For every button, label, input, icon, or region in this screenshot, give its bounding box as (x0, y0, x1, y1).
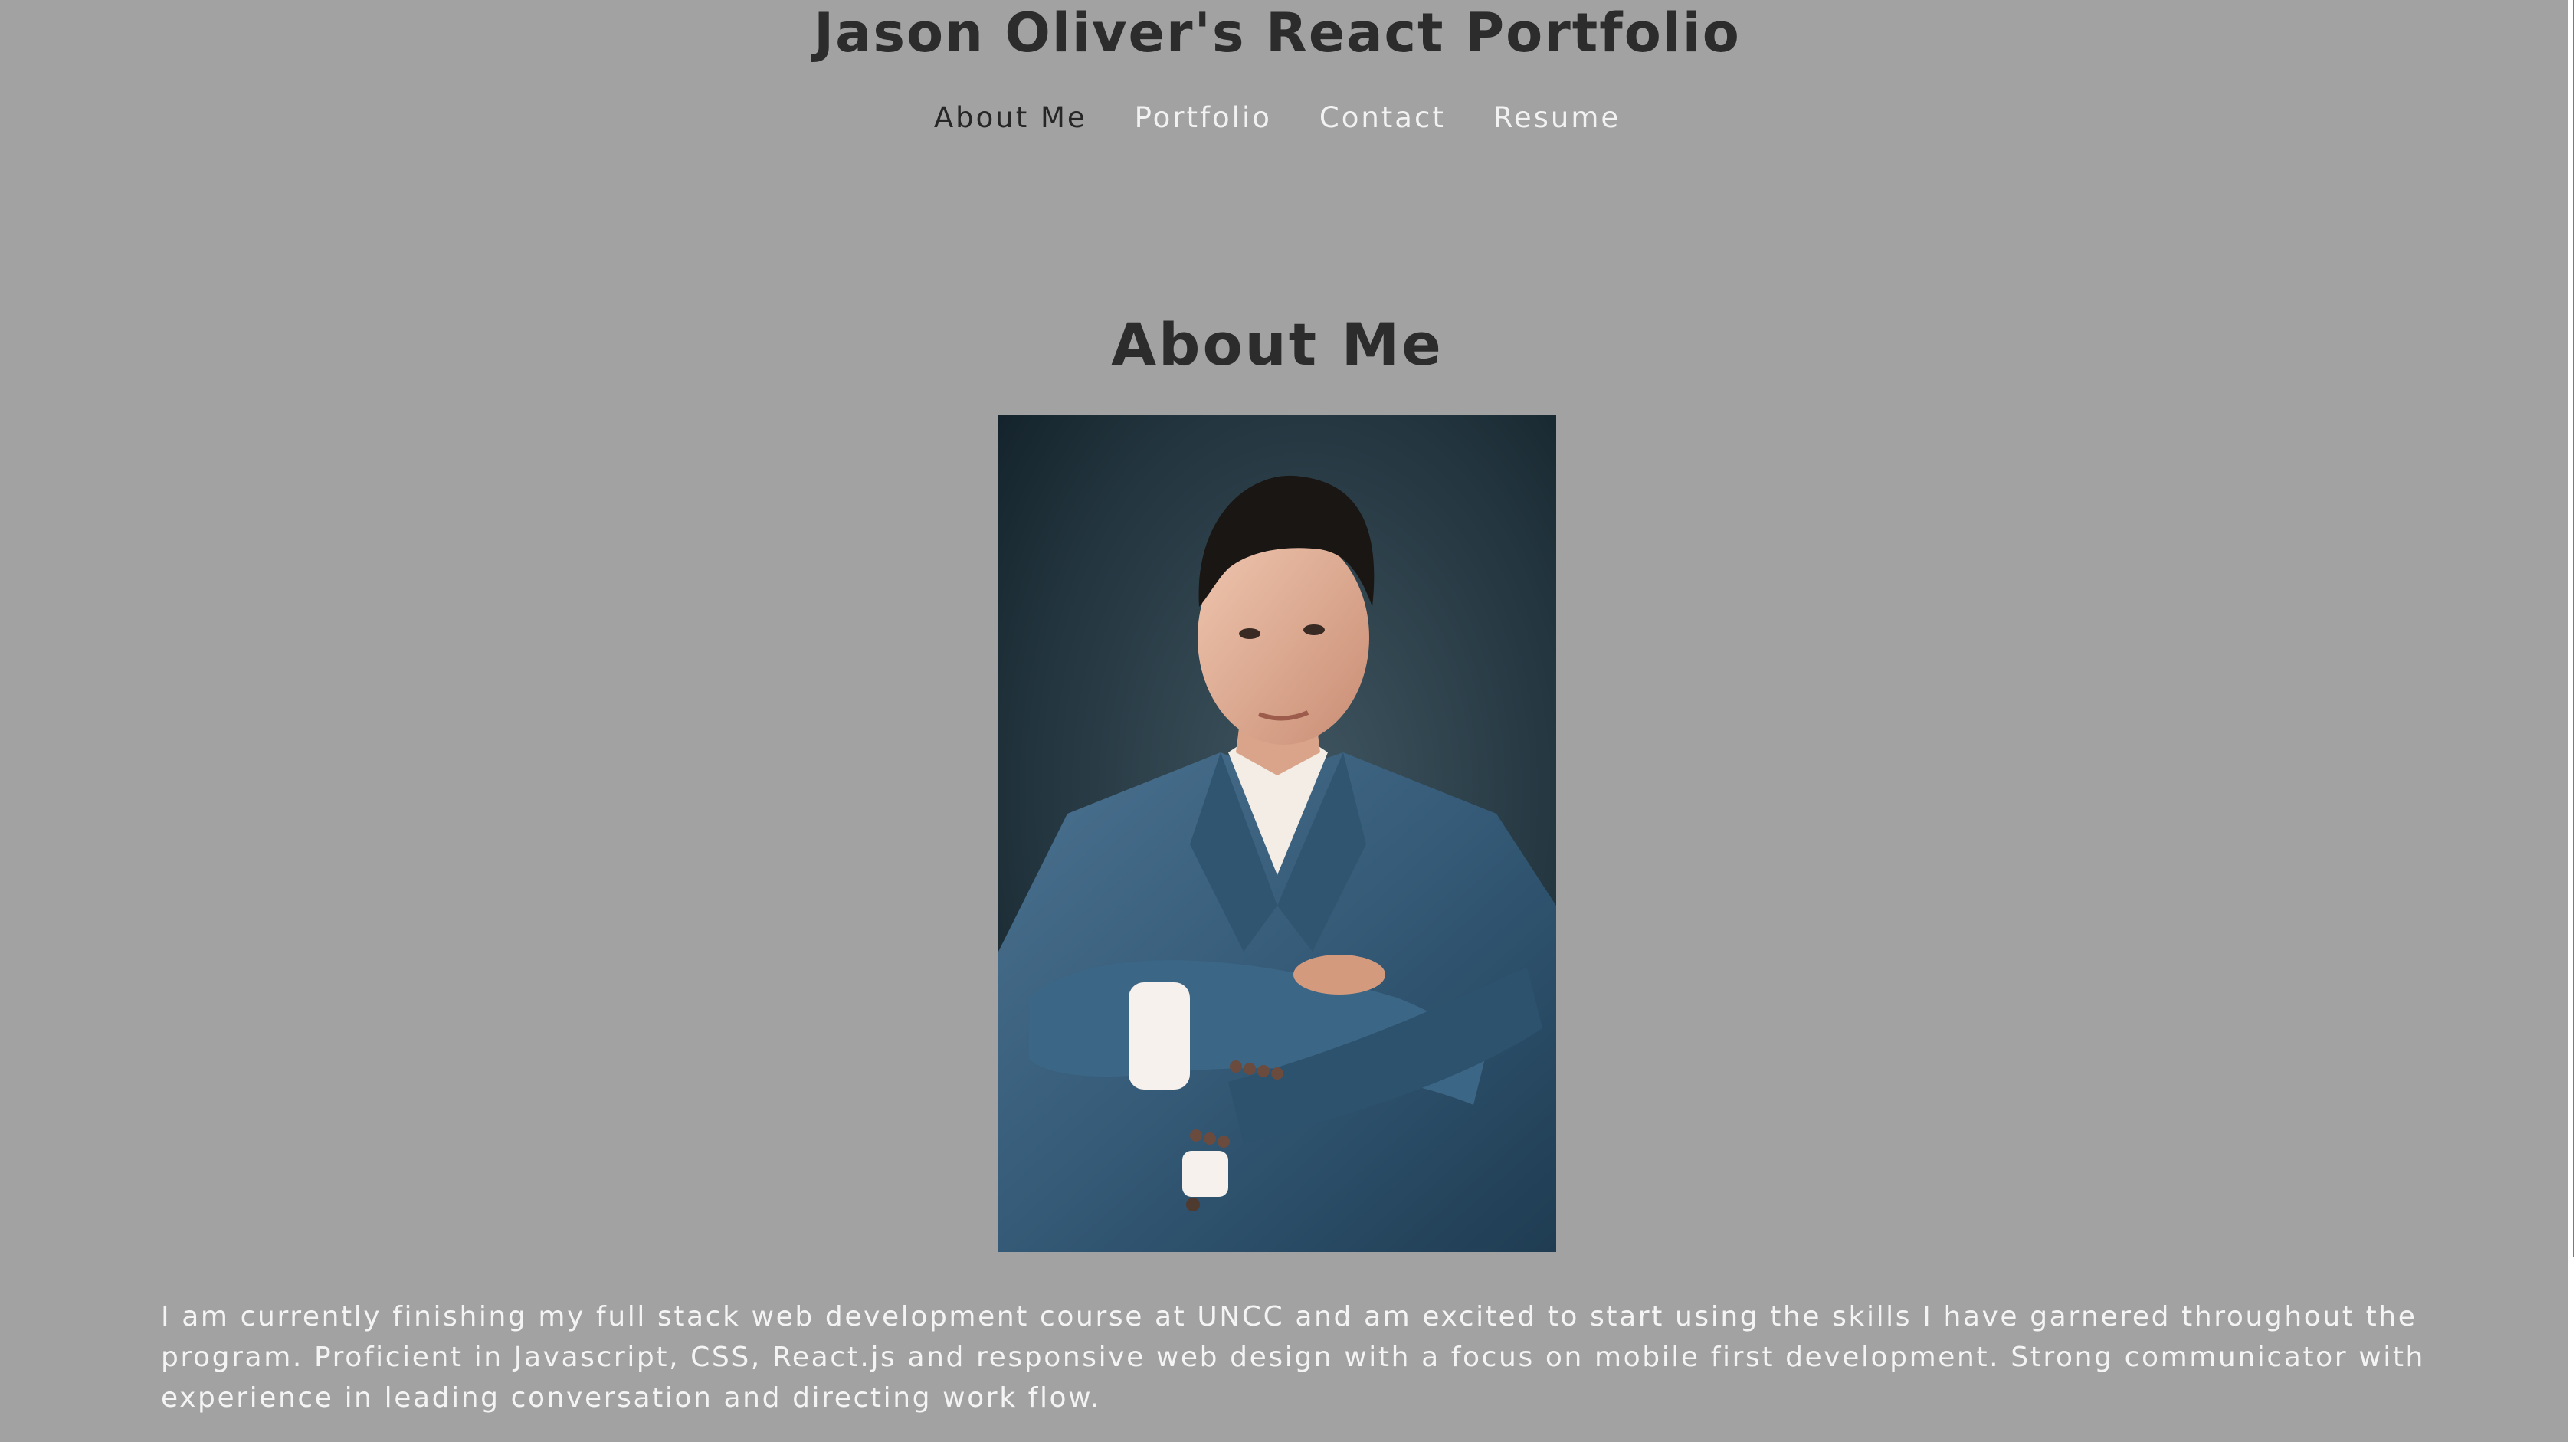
scrollbar[interactable] (2568, 0, 2576, 1442)
portrait-photo-icon (998, 415, 1556, 1252)
bio-text: I am currently finishing my full stack w… (161, 1301, 2425, 1414)
page: Jason Oliver's React Portfolio About Me … (0, 0, 2568, 1442)
site-title: Jason Oliver's React Portfolio (814, 2, 1741, 64)
nav-link-portfolio[interactable]: Portfolio (1135, 98, 1272, 138)
nav-link-contact[interactable]: Contact (1319, 98, 1446, 138)
main-nav: About Me Portfolio Contact Resume (0, 98, 2555, 138)
scrollbar-thumb[interactable] (2573, 0, 2574, 1257)
nav-link-resume[interactable]: Resume (1493, 98, 1621, 138)
nav-link-about-me[interactable]: About Me (934, 98, 1087, 138)
about-heading: About Me (1111, 310, 1444, 379)
profile-photo (998, 415, 1556, 1252)
